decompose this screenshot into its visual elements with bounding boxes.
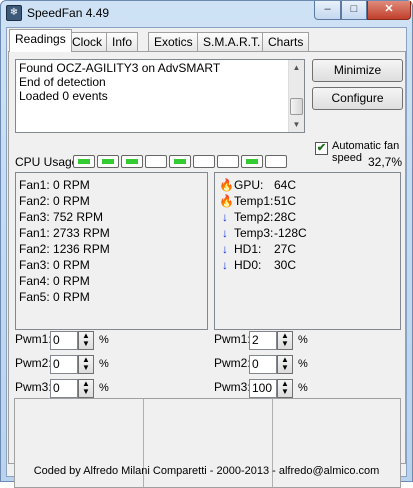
cpu-core-meter (169, 155, 191, 168)
window-minimize-button[interactable]: – (314, 1, 341, 20)
temp-label: HD0: (234, 258, 262, 272)
temp-label: GPU: (234, 178, 264, 192)
percent-sign: % (99, 382, 109, 394)
tab-charts[interactable]: Charts (262, 32, 310, 51)
status-bar-credits: Coded by Alfredo Milani Comparetti - 200… (33, 465, 380, 477)
pwm-label: Pwm2: (214, 356, 251, 370)
log-line: Loaded 0 events (19, 89, 108, 103)
pwm-label: Pwm3: (15, 380, 52, 394)
cpu-core-meter (265, 155, 287, 168)
percent-sign: % (298, 334, 308, 346)
fan-reading: Fan3: 752 RPM (19, 210, 104, 224)
title-bar[interactable]: ❄ SpeedFan 4.49 – □ ✕ (1, 1, 412, 25)
tab-exotics[interactable]: Exotics (148, 32, 199, 51)
temp-value: 30C (274, 258, 297, 272)
tab-info[interactable]: Info (106, 32, 139, 51)
readings-panel: Found OCZ-AGILITY3 on AdvSMART End of de… (8, 51, 406, 488)
cpu-usage-label: CPU Usage (15, 155, 79, 169)
temp-label: Temp2: (234, 210, 274, 224)
percent-sign: % (298, 382, 308, 394)
pwm1-left-input[interactable]: 0 (50, 331, 78, 350)
temp-value: 64C (274, 178, 297, 192)
temp-label: HD1: (234, 242, 262, 256)
cpu-core-meter (217, 155, 239, 168)
down-arrow-icon: ↓ (222, 210, 228, 224)
flame-icon: 🔥 (219, 178, 234, 192)
cpu-usage-percent: 32,7% (368, 155, 403, 169)
pwm2-right-input[interactable]: 0 (249, 355, 277, 374)
fan-readings-box: Fan1: 0 RPM Fan2: 0 RPM Fan3: 752 RPM Fa… (15, 172, 208, 330)
pwm-label: Pwm1: (214, 332, 251, 346)
pwm1-right-input[interactable]: 2 (249, 331, 277, 350)
log-line: Found OCZ-AGILITY3 on AdvSMART (19, 61, 221, 75)
speedfan-window: ❄ SpeedFan 4.49 – □ ✕ Readings Clock Inf… (0, 0, 413, 488)
fan-reading: Fan5: 0 RPM (19, 290, 90, 304)
temp-value: 27C (274, 242, 297, 256)
log-scrollbar[interactable]: ▲ ▼ (288, 60, 304, 132)
window-maximize-button[interactable]: □ (341, 1, 367, 20)
window-close-button[interactable]: ✕ (367, 1, 411, 20)
fan-reading: Fan4: 0 RPM (19, 274, 90, 288)
spin-arrows-icon[interactable]: ▲ ▼ (277, 331, 293, 350)
scroll-up-icon[interactable]: ▲ (289, 60, 304, 75)
cpu-core-meter (97, 155, 119, 168)
tab-smart[interactable]: S.M.A.R.T. (197, 32, 267, 51)
temperature-readings-box: 🔥 GPU: 64C 🔥 Temp1: 51C ↓ Temp2: 28C ↓ T… (214, 172, 401, 330)
percent-sign: % (99, 358, 109, 370)
pwm3-right-input[interactable]: 100 (249, 379, 277, 398)
down-arrow-icon: ↓ (222, 242, 228, 256)
scroll-thumb[interactable] (290, 98, 303, 115)
cpu-core-meter (121, 155, 143, 168)
automatic-fan-speed-checkbox[interactable]: ✔ (315, 142, 328, 155)
tab-bar: Readings Clock Info Exotics S.M.A.R.T. C… (7, 28, 408, 52)
temp-value: 51C (274, 194, 297, 208)
pwm-label: Pwm3: (214, 380, 251, 394)
scroll-down-icon[interactable]: ▼ (289, 117, 304, 132)
percent-sign: % (298, 358, 308, 370)
cpu-core-meter (73, 155, 95, 168)
pwm-label: Pwm1: (15, 332, 52, 346)
temp-label: Temp3: (234, 226, 274, 240)
window-title: SpeedFan 4.49 (27, 6, 110, 20)
tab-readings[interactable]: Readings (9, 29, 72, 52)
event-log[interactable]: Found OCZ-AGILITY3 on AdvSMART End of de… (15, 59, 305, 133)
cpu-core-meter (145, 155, 167, 168)
pwm3-left-input[interactable]: 0 (50, 379, 78, 398)
flame-icon: 🔥 (219, 194, 234, 208)
spin-arrows-icon[interactable]: ▲ ▼ (277, 355, 293, 374)
pwm-label: Pwm2: (15, 356, 52, 370)
spin-arrows-icon[interactable]: ▲ ▼ (78, 379, 94, 398)
fan-reading: Fan1: 0 RPM (19, 178, 90, 192)
fan-reading: Fan2: 0 RPM (19, 194, 90, 208)
spin-arrows-icon[interactable]: ▲ ▼ (78, 355, 94, 374)
percent-sign: % (99, 334, 109, 346)
speedfan-app-icon[interactable]: ❄ (6, 5, 22, 21)
spin-arrows-icon[interactable]: ▲ ▼ (78, 331, 94, 350)
fan-reading: Fan1: 2733 RPM (19, 226, 110, 240)
cpu-core-meter (241, 155, 263, 168)
tab-clock[interactable]: Clock (66, 32, 109, 51)
down-arrow-icon: ↓ (222, 226, 228, 240)
temp-value: -128C (274, 226, 307, 240)
down-arrow-icon: ↓ (222, 258, 228, 272)
spin-arrows-icon[interactable]: ▲ ▼ (277, 379, 293, 398)
fan-reading: Fan2: 1236 RPM (19, 242, 110, 256)
log-line: End of detection (19, 75, 106, 89)
temp-label: Temp1: (234, 194, 274, 208)
pwm2-left-input[interactable]: 0 (50, 355, 78, 374)
temp-value: 28C (274, 210, 297, 224)
client-area: Readings Clock Info Exotics S.M.A.R.T. C… (6, 27, 408, 488)
configure-button[interactable]: Configure (312, 87, 403, 110)
fan-reading: Fan3: 0 RPM (19, 258, 90, 272)
cpu-core-meter (193, 155, 215, 168)
minimize-button[interactable]: Minimize (312, 59, 403, 82)
